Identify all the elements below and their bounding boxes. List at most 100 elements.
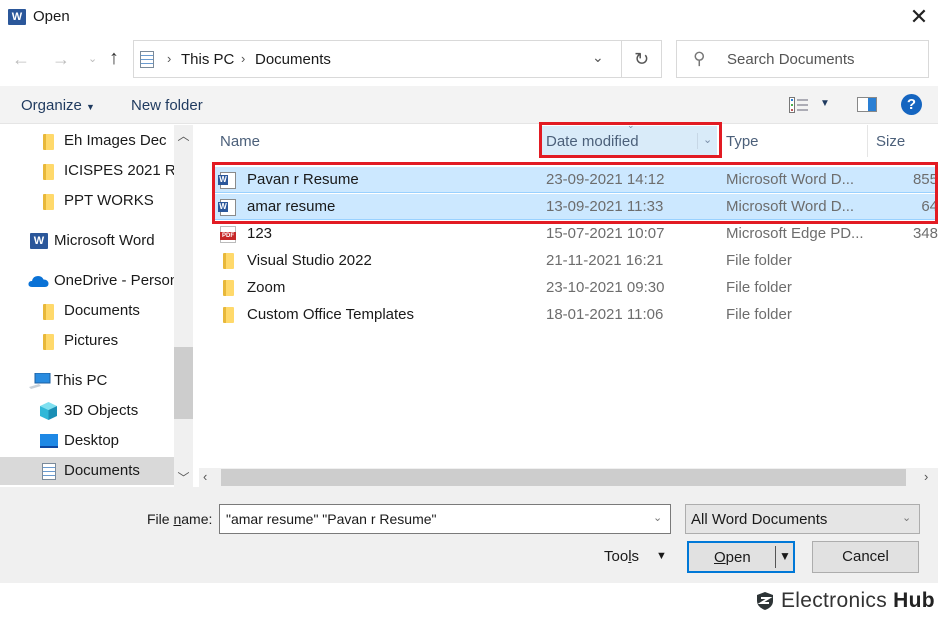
computer-icon (29, 373, 51, 389)
file-list-horizontal-scrollbar[interactable]: ‹ › (199, 468, 938, 487)
refresh-button[interactable]: ↻ (622, 40, 662, 78)
file-name: Zoom (247, 279, 286, 296)
file-size: 855 (912, 171, 938, 188)
column-header-name[interactable]: Name (220, 133, 260, 150)
open-button[interactable]: Open ▼ (687, 541, 795, 573)
column-divider[interactable] (867, 125, 868, 157)
folder-icon (43, 134, 54, 150)
file-date: 13-09-2021 11:33 (546, 198, 664, 215)
recent-locations-button[interactable]: ⌄ (88, 52, 97, 65)
search-placeholder: Search Documents (727, 51, 855, 68)
view-options-dropdown[interactable]: ▼ (820, 98, 830, 109)
forward-button[interactable]: → (52, 49, 70, 70)
preview-pane-icon[interactable] (857, 97, 877, 112)
organize-button[interactable]: Organize ▼ (21, 97, 95, 114)
sidebar-item-this-pc[interactable]: This PC (0, 367, 174, 395)
sidebar-item-label: OneDrive - Person (54, 272, 174, 289)
command-bar: Organize ▼ New folder ▼ ? (0, 86, 938, 124)
column-header-size[interactable]: Size (876, 133, 905, 150)
folder-icon (43, 164, 54, 180)
back-button[interactable]: ← (12, 49, 30, 70)
sidebar-item-label: This PC (54, 372, 108, 389)
caret-down-icon: ▼ (86, 102, 95, 112)
file-date: 15-07-2021 10:07 (546, 225, 665, 242)
sidebar-item-onedrive[interactable]: OneDrive - Person (0, 267, 174, 295)
column-header-date-modified[interactable]: ⌄ Date modified ⌄ (542, 120, 717, 156)
scroll-down-icon[interactable]: ﹀ (174, 469, 193, 486)
desktop-icon (40, 434, 58, 448)
folder-icon (43, 194, 54, 210)
folder-icon (223, 253, 234, 269)
chevron-down-icon: ⌄ (902, 512, 912, 524)
word-icon: W (30, 233, 48, 249)
file-date: 23-10-2021 09:30 (546, 279, 665, 296)
electronics-hub-logo-icon (757, 592, 773, 610)
help-icon[interactable]: ? (901, 94, 922, 115)
pdf-icon (220, 226, 236, 243)
breadcrumb-separator-icon[interactable]: › (167, 51, 171, 66)
file-name-value: "amar resume" "Pavan r Resume" (226, 511, 437, 527)
sidebar-item-onedrive-documents[interactable]: Documents (0, 297, 174, 325)
new-folder-button[interactable]: New folder (131, 97, 203, 114)
sidebar-scroll-thumb[interactable] (174, 347, 193, 419)
file-row-amar-resume[interactable]: amar resume 13-09-2021 11:33 Microsoft W… (214, 194, 938, 220)
file-row-123[interactable]: 123 15-07-2021 10:07 Microsoft Edge PD..… (214, 221, 938, 247)
sidebar-item-label: Pictures (64, 332, 119, 349)
file-row-zoom[interactable]: Zoom 23-10-2021 09:30 File folder (214, 275, 938, 301)
title-bar: W Open ✕ (0, 0, 938, 36)
breadcrumb-documents[interactable]: Documents (255, 51, 331, 68)
column-filter-dropdown[interactable]: ⌄ (697, 133, 712, 149)
scroll-right-icon[interactable]: › (924, 469, 928, 484)
file-name: Custom Office Templates (247, 306, 415, 323)
close-button[interactable]: ✕ (906, 5, 932, 29)
tools-button[interactable]: Tools (604, 548, 639, 565)
horizontal-scroll-thumb[interactable] (221, 469, 906, 486)
breadcrumb-separator-icon[interactable]: › (241, 51, 245, 66)
sidebar-item-pictures[interactable]: Pictures (0, 327, 174, 355)
column-header-type[interactable]: Type (726, 133, 759, 150)
sidebar-item-eh-images-dec[interactable]: Eh Images Dec (0, 127, 174, 155)
file-row-custom-office-templates[interactable]: Custom Office Templates 18-01-2021 11:06… (214, 302, 938, 328)
sidebar-item-3d-objects[interactable]: 3D Objects (0, 397, 174, 425)
file-name: 123 (247, 225, 273, 242)
column-header-label: Date modified (546, 133, 639, 150)
file-list: Name ⌄ Date modified ⌄ Type Size Pavan r… (195, 120, 938, 469)
scroll-up-icon[interactable]: ︿ (174, 127, 193, 144)
file-date: 18-01-2021 11:06 (546, 306, 664, 323)
folder-icon (43, 334, 54, 350)
sidebar-item-icispes[interactable]: ICISPES 2021 Reg (0, 157, 174, 185)
scroll-left-icon[interactable]: ‹ (203, 469, 207, 484)
search-input[interactable]: ⚲ Search Documents (676, 40, 929, 78)
file-type-select[interactable]: All Word Documents ⌄ (685, 504, 920, 534)
file-type: Microsoft Word D... (726, 171, 855, 188)
cancel-button[interactable]: Cancel (812, 541, 919, 573)
file-row-pavan-r-resume[interactable]: Pavan r Resume 23-09-2021 14:12 Microsof… (214, 167, 938, 193)
address-bar[interactable]: › This PC › Documents ⌄ (133, 40, 622, 78)
file-row-visual-studio-2022[interactable]: Visual Studio 2022 21-11-2021 16:21 File… (214, 248, 938, 274)
file-name-label: File name: (147, 511, 213, 527)
word-app-icon: W (8, 9, 26, 25)
sidebar-item-microsoft-word[interactable]: W Microsoft Word (0, 227, 174, 255)
sidebar-item-label: Desktop (64, 432, 120, 449)
sidebar-scrollbar[interactable]: ︿ ﹀ (174, 125, 193, 487)
address-dropdown-button[interactable]: ⌄ (592, 49, 604, 66)
caret-down-icon[interactable]: ▼ (656, 550, 667, 562)
up-button[interactable]: ↑ (109, 47, 119, 70)
search-icon: ⚲ (693, 49, 706, 68)
file-name: amar resume (247, 198, 336, 215)
details-view-icon[interactable] (789, 97, 809, 113)
sidebar-item-desktop[interactable]: Desktop (0, 427, 174, 455)
sidebar-item-documents[interactable]: Documents (0, 457, 174, 485)
documents-icon (42, 463, 56, 480)
sidebar-item-ppt-works[interactable]: PPT WORKS (0, 187, 174, 215)
open-options-dropdown[interactable]: ▼ (779, 549, 791, 563)
file-name-input[interactable]: "amar resume" "Pavan r Resume" ⌄ (219, 504, 671, 534)
word-doc-icon (218, 199, 236, 216)
breadcrumb-this-pc[interactable]: This PC (181, 51, 234, 68)
chevron-down-icon[interactable]: ⌄ (653, 511, 662, 524)
arrow-left-icon: ← (12, 49, 30, 69)
file-type: Microsoft Edge PD... (726, 225, 864, 242)
file-size: 348 (912, 225, 938, 242)
folder-icon (43, 304, 54, 320)
documents-location-icon (140, 51, 154, 68)
